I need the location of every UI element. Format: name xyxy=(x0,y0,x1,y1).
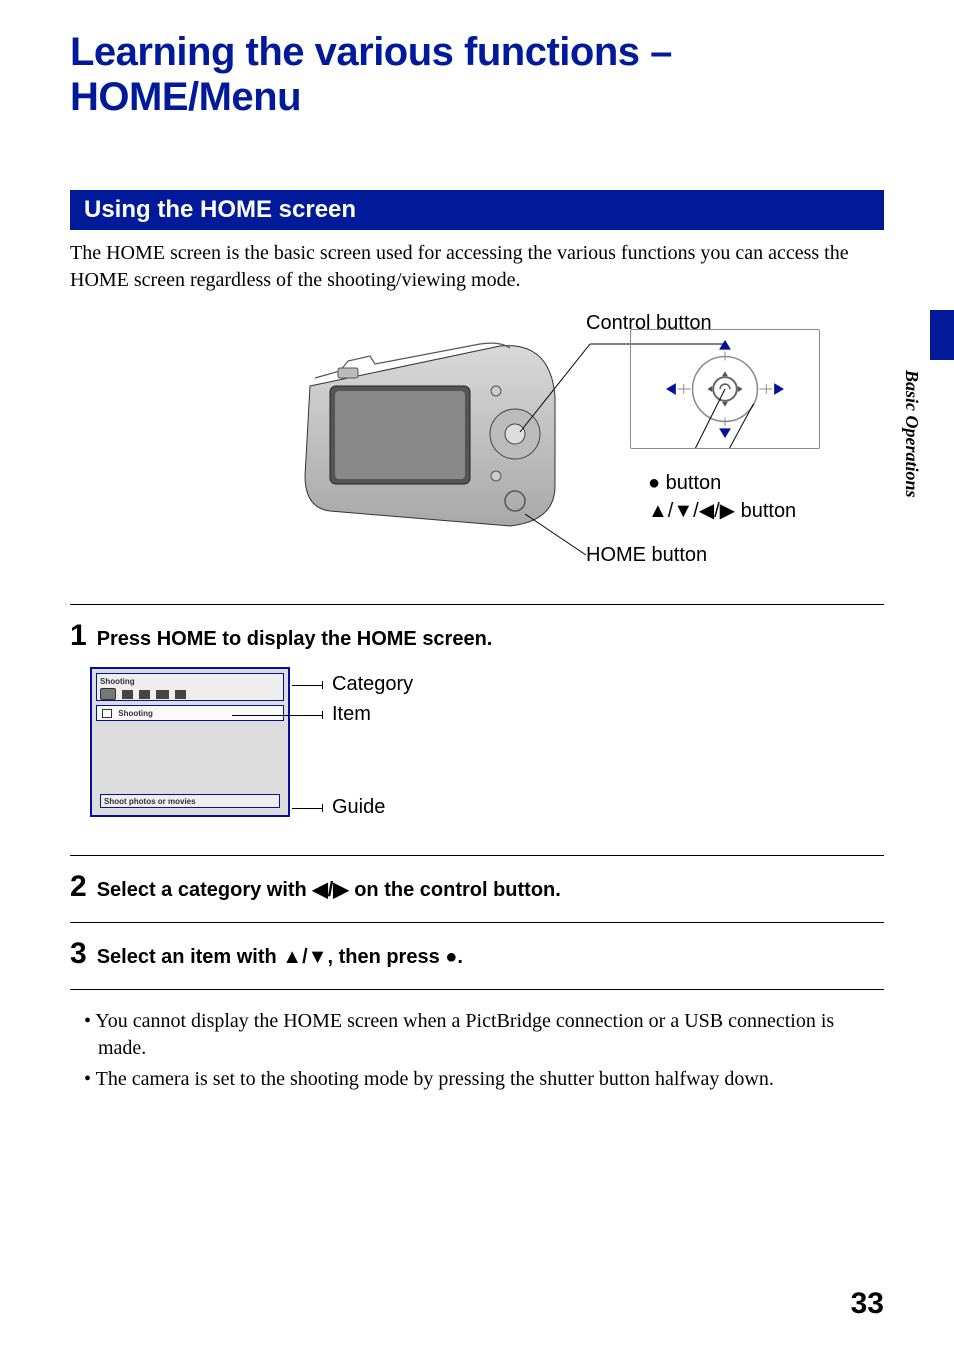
step-2: 2 Select a category with ◀/▶ on the cont… xyxy=(70,870,884,904)
item-callout: Item xyxy=(332,703,371,726)
section-tab-label: Basic Operations xyxy=(901,370,922,498)
category-callout: Category xyxy=(332,673,413,696)
home-screen-diagram: Shooting Shooting Shoot photos or movies… xyxy=(70,667,884,837)
step-text: Select a category with ◀/▶ on the contro… xyxy=(97,879,561,901)
print-icon xyxy=(139,690,150,699)
step-text-part: . xyxy=(457,946,463,968)
memory-icon xyxy=(156,690,169,699)
page-title: Learning the various functions – HOME/Me… xyxy=(70,30,884,120)
step-text-part: , then press xyxy=(327,946,445,968)
playback-icon xyxy=(122,690,133,699)
divider xyxy=(70,989,884,990)
step-text-part: Select a category with xyxy=(97,879,313,901)
guide-callout: Guide xyxy=(332,796,385,819)
divider xyxy=(70,922,884,923)
step-3: 3 Select an item with ▲/▼, then press ●. xyxy=(70,937,884,971)
step-1: 1 Press HOME to display the HOME screen.… xyxy=(70,619,884,837)
step-number: 2 xyxy=(70,870,87,904)
note-item: The camera is set to the shooting mode b… xyxy=(70,1066,884,1093)
section-tab-marker xyxy=(930,310,954,360)
step-number: 3 xyxy=(70,937,87,971)
section-heading: Using the HOME screen xyxy=(70,190,884,230)
arrow-icon: ◀/▶ xyxy=(312,879,348,901)
lcd-guide-text: Shoot photos or movies xyxy=(104,797,196,806)
updown-icon: ▲/▼ xyxy=(282,946,327,968)
step-text: Press HOME to display the HOME screen. xyxy=(97,628,493,650)
notes-list: You cannot display the HOME screen when … xyxy=(70,1008,884,1093)
step-text: Select an item with ▲/▼, then press ●. xyxy=(97,946,463,968)
lcd-category-row: Shooting xyxy=(96,673,284,701)
step-text-part: Select an item with xyxy=(97,946,283,968)
home-button-label: HOME button xyxy=(586,544,707,567)
divider xyxy=(70,855,884,856)
control-pad-diagram xyxy=(630,329,820,449)
dot-icon: ● xyxy=(445,946,457,968)
lcd-guide-row: Shoot photos or movies xyxy=(100,794,280,808)
center-button-label: ● button xyxy=(648,472,721,495)
toolbox-icon xyxy=(175,690,186,699)
camera-icon xyxy=(100,688,116,700)
intro-paragraph: The HOME screen is the basic screen used… xyxy=(70,240,884,294)
page-number: 33 xyxy=(851,1287,884,1321)
lcd-preview: Shooting Shooting Shoot photos or movies xyxy=(90,667,290,817)
divider xyxy=(70,604,884,605)
step-number: 1 xyxy=(70,619,87,653)
lcd-category-text: Shooting xyxy=(100,677,135,686)
note-item: You cannot display the HOME screen when … xyxy=(70,1008,884,1062)
shooting-icon xyxy=(102,709,112,718)
lcd-item-text: Shooting xyxy=(118,709,153,718)
lcd-item-row: Shooting xyxy=(96,705,284,721)
camera-diagram: Control button ● button ▲/▼/◀/▶ but xyxy=(70,324,884,584)
dpad-button-label: ▲/▼/◀/▶ button xyxy=(648,498,796,523)
step-text-part: on the control button. xyxy=(349,879,561,901)
